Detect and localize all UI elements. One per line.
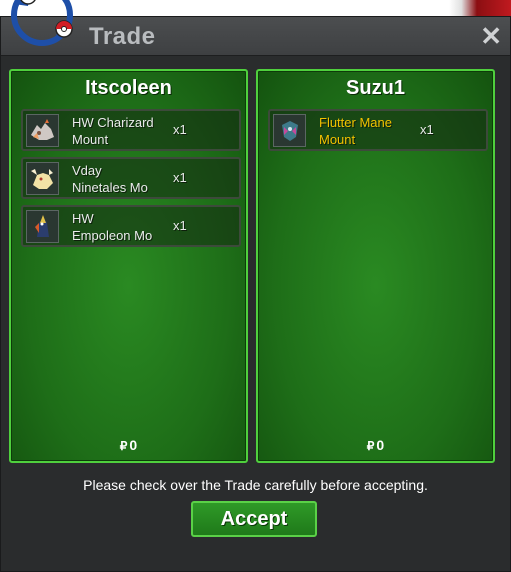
trade-item-qty: x1 — [420, 122, 434, 137]
trade-item-slot[interactable]: HW Empoleon Mo x1 — [21, 205, 241, 247]
trade-item-qty: x1 — [173, 122, 187, 137]
close-icon[interactable]: ✕ — [480, 21, 502, 51]
window-title: Trade — [89, 23, 156, 50]
flutter-mane-mount-icon — [273, 114, 306, 147]
left-trade-panel: Itscoleen HW Charizard Mount x1 Vday Nin… — [9, 69, 248, 463]
left-money: ₽0 — [11, 437, 246, 453]
trade-item-qty: x1 — [173, 170, 187, 185]
right-money: ₽0 — [258, 437, 493, 453]
right-trade-panel: Suzu1 Flutter Mane Mount x1 ₽0 — [256, 69, 495, 463]
trade-window: Trade ✕ Itscoleen HW Charizard Mount x1 — [0, 16, 511, 572]
trade-item-slot[interactable]: HW Charizard Mount x1 — [21, 109, 241, 151]
right-player-name: Suzu1 — [346, 77, 405, 99]
trade-item-slot[interactable]: Vday Ninetales Mo x1 — [21, 157, 241, 199]
trade-item-qty: x1 — [173, 218, 187, 233]
left-money-value: 0 — [129, 437, 138, 453]
trade-notice: Please check over the Trade carefully be… — [83, 477, 428, 493]
background-corner — [449, 0, 511, 16]
coin-icon: ₽ — [119, 439, 128, 453]
left-player-name: Itscoleen — [85, 77, 172, 99]
accept-button[interactable]: Accept — [191, 501, 317, 537]
coin-icon: ₽ — [366, 439, 375, 453]
right-money-value: 0 — [376, 437, 385, 453]
charizard-mount-icon — [26, 114, 59, 147]
empoleon-mount-icon — [26, 210, 59, 243]
trade-item-slot[interactable]: Flutter Mane Mount x1 — [268, 109, 488, 151]
ninetales-mount-icon — [26, 162, 59, 195]
trade-logo-icon — [11, 0, 73, 46]
